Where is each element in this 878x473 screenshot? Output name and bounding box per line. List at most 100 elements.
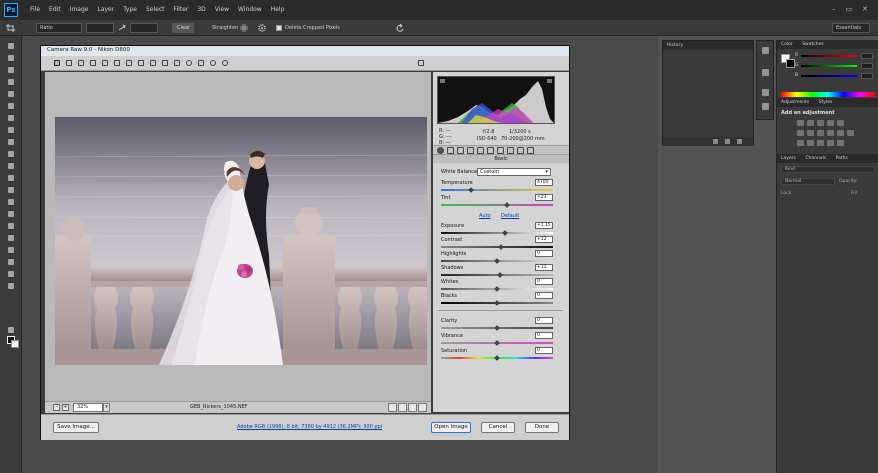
black-white-adjustment-icon[interactable]: [827, 130, 834, 136]
save-image-button[interactable]: Save Image...: [53, 422, 99, 433]
copy-settings-button[interactable]: [408, 403, 417, 412]
posterize-adjustment-icon[interactable]: [807, 140, 814, 146]
menu-layer[interactable]: Layer: [97, 6, 114, 13]
white-balance-select[interactable]: Custom ▾: [477, 168, 551, 176]
dodge-tool-icon[interactable]: [6, 198, 16, 207]
curves-adjustment-icon[interactable]: [817, 120, 824, 126]
new-document-icon[interactable]: [713, 139, 718, 144]
brightness-adjustment-icon[interactable]: [797, 120, 804, 126]
blue-channel-slider[interactable]: [801, 75, 857, 77]
before-after-view-button[interactable]: [388, 403, 397, 412]
open-image-button[interactable]: Open Image: [431, 422, 471, 433]
layer-filter-kind[interactable]: Kind: [781, 166, 875, 173]
color-sampler-tool-icon[interactable]: [89, 59, 97, 67]
red-channel-value[interactable]: [861, 53, 873, 59]
vibrance-adjustment-icon[interactable]: [797, 130, 804, 136]
straighten-button[interactable]: Straighten: [212, 23, 238, 33]
eyedropper-tool-icon[interactable]: [6, 102, 16, 111]
clarity-field[interactable]: 0: [535, 317, 553, 324]
maximize-button[interactable]: ▭: [846, 5, 853, 13]
graduated-filter-icon[interactable]: [173, 59, 181, 67]
gradient-adjustment-icon[interactable]: [837, 140, 844, 146]
straighten-tool-icon[interactable]: [125, 59, 133, 67]
tab-swatches[interactable]: Swatches: [802, 42, 824, 47]
swap-before-after-button[interactable]: [398, 403, 407, 412]
color-balance-adjustment-icon[interactable]: [817, 130, 824, 136]
clone-stamp-tool-icon[interactable]: [6, 138, 16, 147]
hand-tool-icon[interactable]: [6, 258, 16, 267]
menu-3d[interactable]: 3D: [197, 6, 205, 13]
spot-removal-tool-icon[interactable]: [137, 59, 145, 67]
saturation-field[interactable]: 0: [535, 347, 553, 354]
gear-icon[interactable]: [258, 24, 266, 32]
minimize-button[interactable]: –: [832, 5, 836, 13]
threshold-adjustment-icon[interactable]: [817, 140, 824, 146]
quick-select-tool-icon[interactable]: [6, 78, 16, 87]
close-button[interactable]: ✕: [862, 5, 868, 13]
zoom-in-button[interactable]: +: [62, 404, 69, 411]
paragraph-icon[interactable]: [762, 103, 769, 110]
channel-mixer-adjustment-icon[interactable]: [847, 130, 854, 136]
auto-link[interactable]: Auto: [479, 213, 491, 219]
default-link[interactable]: Default: [501, 213, 519, 219]
highlight-clipping-warning-icon[interactable]: [547, 79, 552, 83]
tab-channels[interactable]: Channels: [805, 156, 826, 161]
pen-tool-icon[interactable]: [6, 210, 16, 219]
trash-icon[interactable]: [737, 139, 742, 144]
split-toning-tab-icon[interactable]: [477, 147, 484, 154]
move-tool-icon[interactable]: [6, 42, 16, 51]
properties-icon[interactable]: [762, 69, 769, 76]
tab-paths[interactable]: Paths: [836, 156, 848, 161]
gradient-tool-icon[interactable]: [6, 174, 16, 183]
ratio-width-field[interactable]: [86, 23, 114, 33]
menu-type[interactable]: Type: [123, 6, 137, 13]
snapshot-icon[interactable]: [725, 139, 730, 144]
background-color-swatch[interactable]: [11, 340, 19, 348]
levels-adjustment-icon[interactable]: [807, 120, 814, 126]
tab-layers[interactable]: Layers: [781, 156, 796, 161]
crop-tool-icon[interactable]: [6, 24, 15, 32]
clear-button[interactable]: Clear: [172, 23, 194, 33]
blur-tool-icon[interactable]: [6, 186, 16, 195]
white-balance-tool-icon[interactable]: [77, 59, 85, 67]
type-tool-icon[interactable]: [6, 222, 16, 231]
marquee-tool-icon[interactable]: [6, 54, 16, 63]
tone-curve-tab-icon[interactable]: [447, 147, 454, 154]
history-brush-tool-icon[interactable]: [6, 150, 16, 159]
healing-brush-tool-icon[interactable]: [6, 114, 16, 123]
menu-select[interactable]: Select: [146, 6, 165, 13]
detail-tab-icon[interactable]: [457, 147, 464, 154]
history-icon[interactable]: [762, 47, 769, 54]
path-select-tool-icon[interactable]: [6, 234, 16, 243]
delete-cropped-checkbox[interactable]: [276, 25, 282, 31]
hand-tool-icon[interactable]: [65, 59, 73, 67]
menu-view[interactable]: View: [215, 6, 229, 13]
color-background-swatch[interactable]: [786, 59, 795, 68]
contrast-field[interactable]: +12: [535, 236, 553, 243]
ratio-height-field[interactable]: [130, 23, 158, 33]
snapshots-tab-icon[interactable]: [527, 147, 534, 154]
lasso-tool-icon[interactable]: [6, 66, 16, 75]
shadow-clipping-warning-icon[interactable]: [440, 79, 445, 83]
fullscreen-toggle-icon[interactable]: [417, 59, 425, 67]
tab-color[interactable]: Color: [781, 42, 793, 47]
rotate-right-icon[interactable]: [221, 59, 229, 67]
menu-window[interactable]: Window: [238, 6, 262, 13]
zoom-out-button[interactable]: –: [53, 404, 60, 411]
brush-tool-icon[interactable]: [6, 126, 16, 135]
hue-saturation-adjustment-icon[interactable]: [807, 130, 814, 136]
red-eye-tool-icon[interactable]: [149, 59, 157, 67]
basic-tab-icon[interactable]: [437, 147, 444, 154]
gradient-map-adjustment-icon[interactable]: [837, 120, 844, 126]
camera-calibration-tab-icon[interactable]: [507, 147, 514, 154]
history-tab[interactable]: History: [663, 41, 753, 50]
menu-edit[interactable]: Edit: [49, 6, 61, 13]
lens-corrections-tab-icon[interactable]: [487, 147, 494, 154]
shape-tool-icon[interactable]: [6, 246, 16, 255]
zoom-tool-icon[interactable]: [53, 59, 61, 67]
grid-overlay-icon[interactable]: [240, 24, 248, 32]
swap-icon[interactable]: [118, 24, 126, 32]
eraser-tool-icon[interactable]: [6, 162, 16, 171]
reset-icon[interactable]: [396, 23, 404, 32]
tab-adjustments[interactable]: Adjustments: [781, 100, 809, 105]
